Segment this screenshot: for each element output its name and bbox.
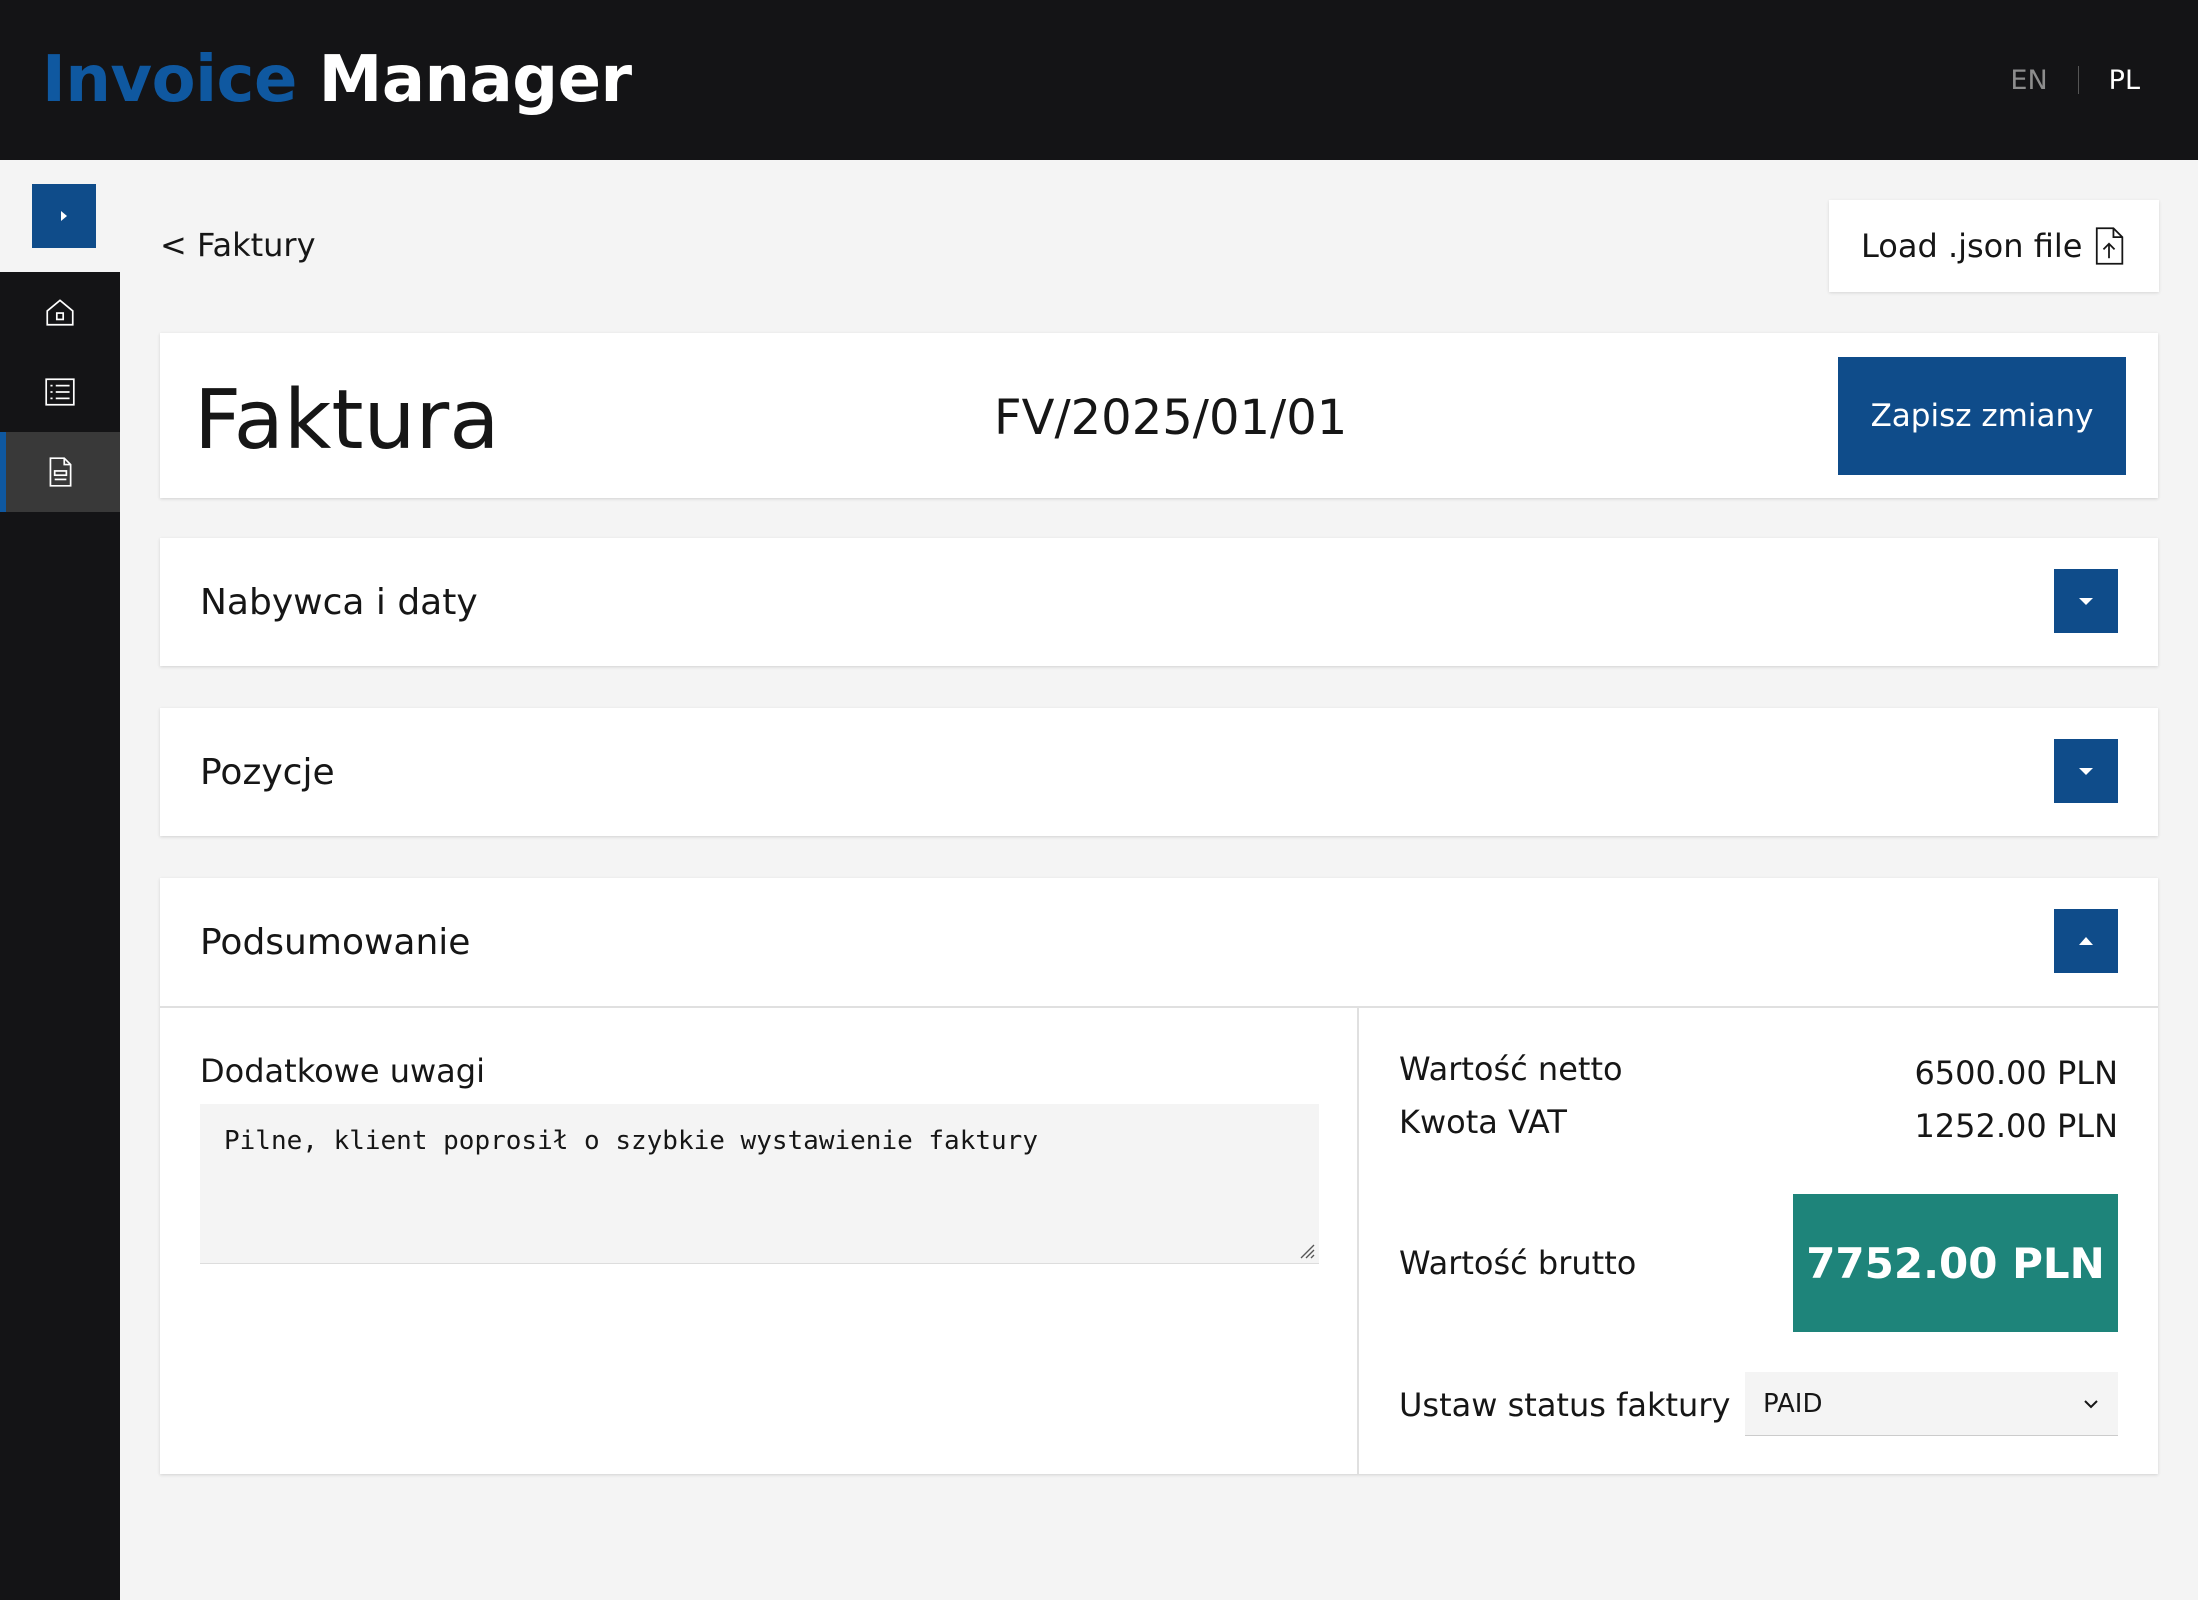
chevron-down-icon <box>2079 768 2093 775</box>
app-title-part2: Manager <box>318 43 632 117</box>
vat-label: Kwota VAT <box>1399 1103 1567 1141</box>
section-items: Pozycje <box>160 708 2158 836</box>
section-header[interactable]: Pozycje <box>160 708 2158 836</box>
lang-divider <box>2077 66 2079 94</box>
net-value: 6500.00 PLN <box>1914 1054 2118 1092</box>
totals-column: Wartość netto 6500.00 PLN Kwota VAT 1252… <box>1359 1008 2158 1474</box>
section-title: Pozycje <box>200 752 335 793</box>
file-upload-icon <box>2095 227 2124 265</box>
load-json-label: Load .json file <box>1861 227 2083 265</box>
load-json-button[interactable]: Load .json file <box>1829 200 2159 292</box>
section-header[interactable]: Podsumowanie <box>160 878 2158 1006</box>
chevron-up-icon <box>2079 937 2093 945</box>
document-icon <box>49 457 72 487</box>
status-label: Ustaw status faktury <box>1399 1386 1731 1424</box>
status-select[interactable]: PAID <box>1745 1372 2118 1436</box>
language-switcher: EN PL <box>2010 65 2156 96</box>
invoice-number: FV/2025/01/01 <box>994 390 1348 446</box>
sidebar-item-invoice[interactable] <box>0 432 120 512</box>
sidebar-expand-button[interactable] <box>32 184 96 248</box>
home-icon <box>46 299 74 326</box>
vat-row: Kwota VAT 1252.00 PLN <box>1399 1103 2118 1145</box>
section-summary: Podsumowanie Dodatkowe uwagi Pilne, klie… <box>160 878 2158 1474</box>
summary-body: Dodatkowe uwagi Pilne, klient poprosił o… <box>160 1006 2158 1474</box>
net-value-row: Wartość netto 6500.00 PLN <box>1399 1050 2118 1092</box>
notes-label: Dodatkowe uwagi <box>200 1052 485 1090</box>
gross-value: 7752.00 PLN <box>1793 1194 2118 1332</box>
sidebar <box>0 160 120 1600</box>
status-selected-value: PAID <box>1763 1388 1823 1419</box>
page-title: Faktura <box>194 373 500 468</box>
section-buyer-dates: Nabywca i daty <box>160 538 2158 666</box>
vat-value: 1252.00 PLN <box>1914 1107 2118 1145</box>
chevron-down-icon <box>2079 598 2093 605</box>
save-changes-button[interactable]: Zapisz zmiany <box>1838 357 2126 475</box>
sidebar-item-list[interactable] <box>0 352 120 432</box>
lang-en-button[interactable]: EN <box>2010 65 2047 96</box>
notes-text: Pilne, klient poprosił o szybkie wystawi… <box>224 1126 1038 1156</box>
app-title: Invoice Manager <box>42 43 632 117</box>
chevron-right-icon <box>61 211 67 221</box>
expand-section-button[interactable] <box>2054 739 2118 803</box>
resize-handle-icon[interactable] <box>1297 1241 1315 1259</box>
section-header[interactable]: Nabywca i daty <box>160 538 2158 666</box>
chevron-down-icon <box>2084 1399 2098 1408</box>
top-header: Invoice Manager EN PL <box>0 0 2198 160</box>
section-title: Podsumowanie <box>200 922 471 963</box>
invoice-header-card: Faktura FV/2025/01/01 Zapisz zmiany <box>160 333 2158 498</box>
notes-column: Dodatkowe uwagi Pilne, klient poprosił o… <box>160 1008 1359 1474</box>
back-to-invoices-link[interactable]: < Faktury <box>160 226 316 264</box>
sidebar-item-home[interactable] <box>0 272 120 352</box>
sidebar-toggle-area <box>0 160 120 272</box>
section-title: Nabywca i daty <box>200 582 478 623</box>
net-label: Wartość netto <box>1399 1050 1623 1088</box>
app-title-part1: Invoice <box>42 43 297 117</box>
collapse-section-button[interactable] <box>2054 909 2118 973</box>
lang-pl-button[interactable]: PL <box>2109 65 2140 96</box>
gross-label: Wartość brutto <box>1399 1244 1637 1282</box>
expand-section-button[interactable] <box>2054 569 2118 633</box>
notes-textarea[interactable]: Pilne, klient poprosił o szybkie wystawi… <box>200 1104 1319 1264</box>
list-icon <box>45 378 75 406</box>
